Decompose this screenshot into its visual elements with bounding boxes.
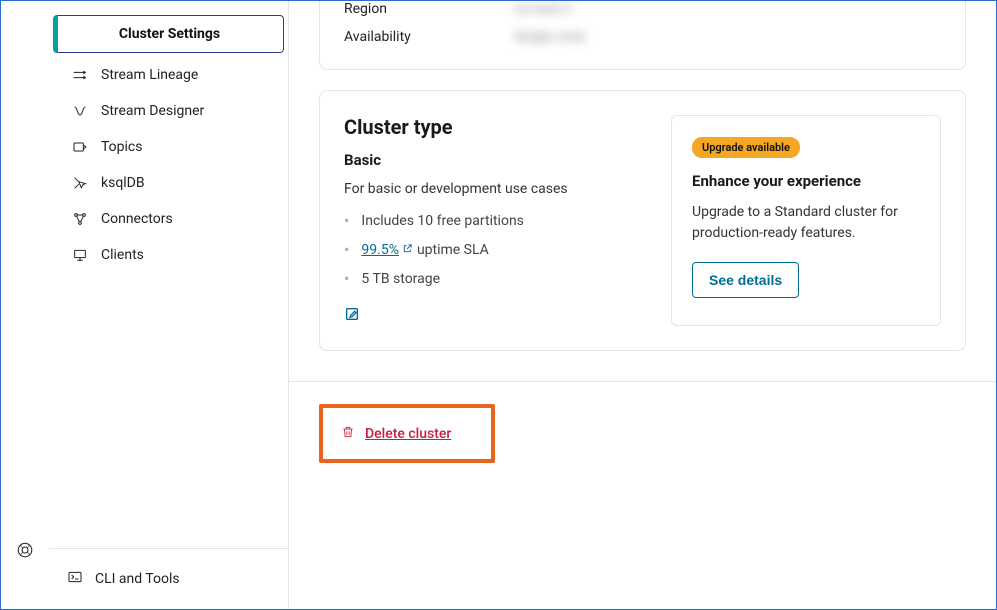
- lineage-icon: [71, 67, 89, 83]
- availability-label: Availability: [344, 29, 434, 45]
- region-value: us-east-2: [514, 1, 571, 17]
- sidebar-item-label: Cluster Settings: [119, 26, 220, 42]
- sidebar: Cluster Settings Stream Lineage Stream D…: [49, 1, 289, 609]
- region-label: Region: [344, 1, 434, 17]
- designer-icon: [71, 103, 89, 119]
- sidebar-item-label: Topics: [101, 139, 142, 155]
- bullet-partitions: Includes 10 free partitions: [344, 211, 647, 230]
- bullet-sla: 99.5% uptime SLA: [344, 240, 647, 259]
- sidebar-item-label: ksqlDB: [101, 175, 145, 191]
- sidebar-item-label: Stream Designer: [101, 103, 204, 119]
- delete-cluster-label: Delete cluster: [365, 426, 451, 442]
- sidebar-item-label: Clients: [101, 247, 144, 263]
- bullet-storage: 5 TB storage: [344, 269, 647, 288]
- upgrade-description: Upgrade to a Standard cluster for produc…: [692, 202, 920, 244]
- see-details-button[interactable]: See details: [692, 262, 799, 298]
- sidebar-item-cluster-settings[interactable]: Cluster Settings: [53, 15, 284, 53]
- upgrade-panel: Upgrade available Enhance your experienc…: [671, 115, 941, 326]
- sidebar-item-label: Connectors: [101, 211, 173, 227]
- connectors-icon: [71, 211, 89, 227]
- external-link-icon: [402, 243, 413, 254]
- delete-cluster-button[interactable]: Delete cluster: [319, 404, 495, 463]
- sla-link[interactable]: 99.5%: [361, 242, 399, 258]
- sidebar-item-topics[interactable]: Topics: [53, 129, 284, 165]
- ksqldb-icon: [71, 175, 89, 191]
- sidebar-item-label: Stream Lineage: [101, 67, 198, 83]
- help-icon[interactable]: [16, 541, 34, 563]
- upgrade-badge: Upgrade available: [692, 137, 800, 158]
- trash-icon: [341, 424, 355, 443]
- topics-icon: [71, 139, 89, 155]
- edit-cluster-button[interactable]: [344, 306, 647, 326]
- availability-value: Single zone: [514, 29, 586, 45]
- clients-icon: [71, 247, 89, 263]
- cluster-tier: Basic: [344, 151, 647, 169]
- cluster-type-card: Cluster type Basic For basic or developm…: [319, 90, 966, 351]
- cluster-description: For basic or development use cases: [344, 181, 647, 197]
- sidebar-footer-label: CLI and Tools: [95, 571, 180, 587]
- sidebar-item-ksqldb[interactable]: ksqlDB: [53, 165, 284, 201]
- sidebar-item-clients[interactable]: Clients: [53, 237, 284, 273]
- cluster-type-heading: Cluster type: [344, 115, 647, 139]
- global-rail: [1, 1, 49, 609]
- sidebar-item-connectors[interactable]: Connectors: [53, 201, 284, 237]
- sidebar-item-stream-designer[interactable]: Stream Designer: [53, 93, 284, 129]
- terminal-icon: [67, 569, 83, 589]
- divider: [289, 381, 996, 382]
- main-content: Region us-east-2 Availability Single zon…: [289, 1, 996, 609]
- upgrade-heading: Enhance your experience: [692, 172, 920, 190]
- overview-card: Region us-east-2 Availability Single zon…: [319, 1, 966, 70]
- sidebar-item-stream-lineage[interactable]: Stream Lineage: [53, 57, 284, 93]
- sidebar-item-cli-tools[interactable]: CLI and Tools: [49, 548, 288, 609]
